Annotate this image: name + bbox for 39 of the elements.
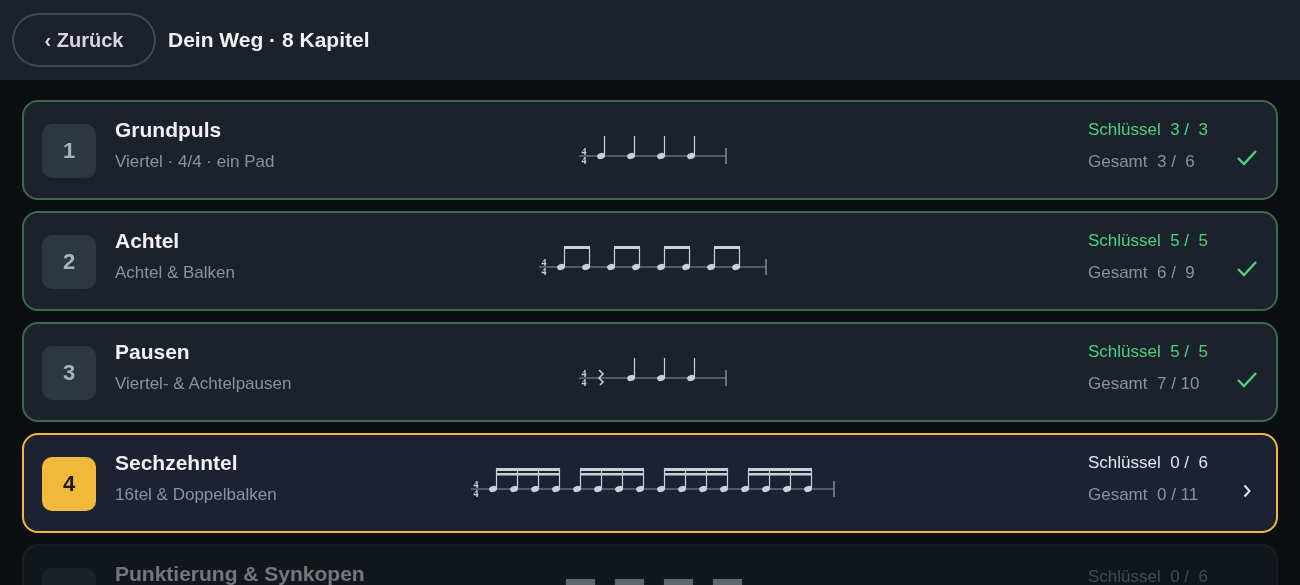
time-signature-digit: 4: [473, 488, 478, 499]
chapter-number: 3: [42, 346, 96, 400]
chapter-card[interactable]: 3 Pausen Viertel- & Achtelpausen 4 4 Schlüssel 5 / 5 Gesamt 7 / 10: [22, 322, 1278, 422]
back-button[interactable]: ‹ Zurück: [12, 13, 156, 67]
chapter-card[interactable]: 4 Sechzehntel 16tel & Doppelbalken 4 4 Schlüssel 0 / 6 Gesamt 0 / 11: [22, 433, 1278, 533]
chapter-title: Achtel: [115, 231, 181, 250]
chevron-right-icon: [1243, 483, 1251, 498]
chapter-title: Sechzehntel: [115, 453, 239, 472]
keys-count: Schlüssel 5 / 5: [1088, 343, 1208, 361]
check-icon: [1236, 370, 1258, 389]
chapter-subtitle: 16tel & Doppelbalken: [115, 485, 277, 505]
chapter-number: 4: [42, 457, 96, 511]
total-count: Gesamt 7 / 10: [1088, 375, 1201, 393]
chapter-title: Pausen: [115, 342, 191, 361]
keys-count: Schlüssel 3 / 3: [1088, 121, 1208, 139]
chapter-title: Punktierung & Synkopen: [115, 564, 365, 583]
total-count: Gesamt 0 / 11: [1088, 486, 1200, 504]
time-signature-digit: 4: [581, 368, 586, 379]
total-count: Gesamt 3 / 6: [1088, 153, 1196, 171]
chapter-title: Grundpuls: [115, 120, 223, 139]
page-title: Dein Weg · 8 Kapitel: [168, 28, 370, 52]
chapter-number: 1: [42, 124, 96, 178]
time-signature-digit: 4: [473, 479, 478, 490]
check-icon: [1236, 259, 1258, 278]
time-signature-digit: 4: [541, 266, 546, 277]
keys-count: Schlüssel 0 / 6: [1088, 454, 1208, 472]
total-count: Gesamt 6 / 9: [1088, 264, 1196, 282]
chapter-card[interactable]: 2 Achtel Achtel & Balken 4 4 Schlüssel 5 / 5 Gesamt 6 / 9: [22, 211, 1278, 311]
chapter-number: 2: [42, 235, 96, 289]
time-signature-digit: 4: [581, 377, 586, 388]
check-icon: [1236, 148, 1258, 167]
chapter-subtitle: Viertel- & Achtelpausen: [115, 374, 292, 394]
time-signature-digit: 4: [581, 146, 586, 157]
chapter-card[interactable]: 1 Grundpuls Viertel · 4/4 · ein Pad 4 4 Schlüssel 3 / 3 Gesamt 3 / 6: [22, 100, 1278, 200]
chapter-subtitle: Viertel · 4/4 · ein Pad: [115, 152, 275, 172]
keys-count: Schlüssel 5 / 5: [1088, 232, 1208, 250]
chapter-subtitle: Achtel & Balken: [115, 263, 235, 283]
time-signature-digit: 4: [581, 155, 586, 166]
time-signature-digit: 4: [541, 257, 546, 268]
